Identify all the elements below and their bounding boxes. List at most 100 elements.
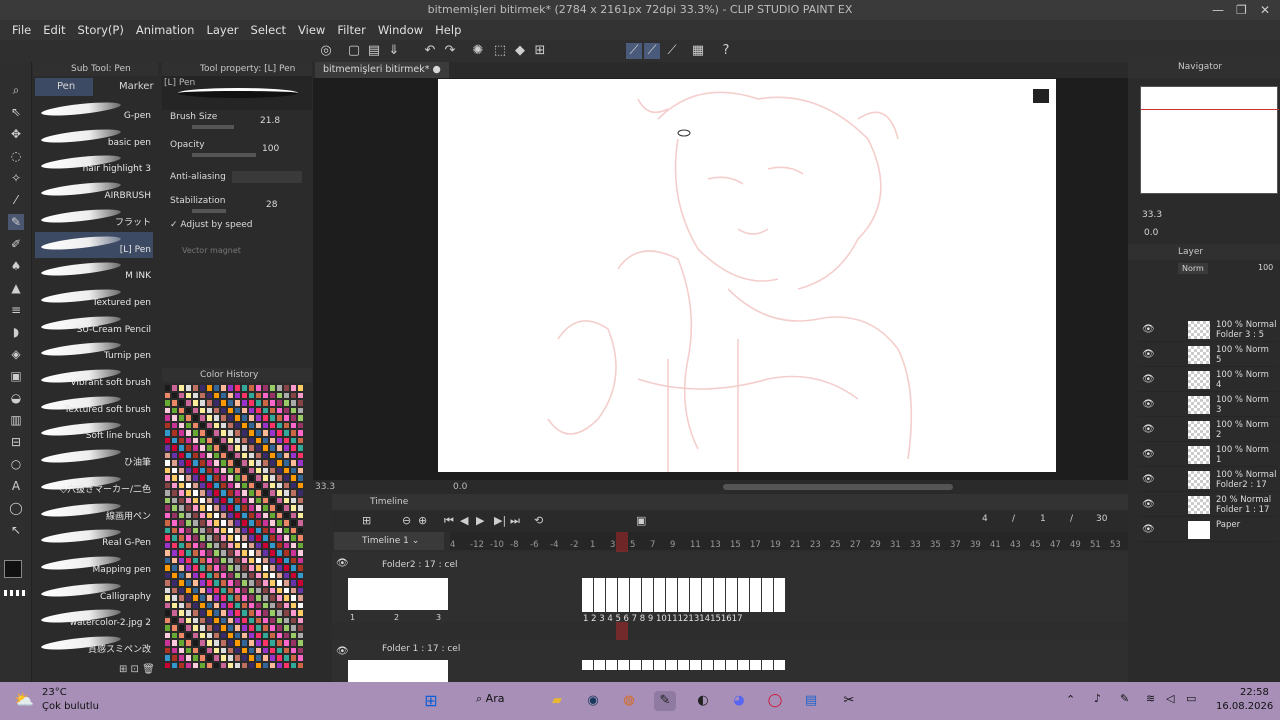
color-swatch[interactable] — [290, 399, 297, 407]
color-swatch[interactable] — [164, 421, 171, 429]
color-swatch[interactable] — [234, 564, 241, 572]
color-swatch[interactable] — [234, 519, 241, 527]
color-swatch[interactable] — [290, 541, 297, 549]
transform-icon[interactable]: ⬚ — [492, 43, 508, 59]
color-swatch[interactable] — [192, 571, 199, 579]
color-swatch[interactable] — [213, 646, 220, 654]
color-swatch[interactable] — [164, 511, 171, 519]
color-swatch[interactable] — [297, 414, 304, 422]
color-swatch[interactable] — [290, 504, 297, 512]
color-swatch[interactable] — [185, 661, 192, 669]
color-swatch[interactable] — [171, 526, 178, 534]
move-icon[interactable]: ⇖ — [8, 104, 24, 120]
color-swatch[interactable] — [241, 496, 248, 504]
brush-item[interactable]: Real G-Pen — [35, 525, 153, 551]
zoom-out-icon[interactable]: ⊖ — [402, 514, 411, 527]
color-swatch[interactable] — [164, 451, 171, 459]
color-swatch[interactable] — [241, 504, 248, 512]
color-swatch[interactable] — [164, 646, 171, 654]
color-swatch[interactable] — [178, 624, 185, 632]
color-swatch[interactable] — [171, 489, 178, 497]
color-swatch[interactable] — [283, 436, 290, 444]
color-swatch[interactable] — [164, 639, 171, 647]
color-swatch[interactable] — [241, 481, 248, 489]
color-swatch[interactable] — [199, 624, 206, 632]
speed-row[interactable]: ✓ Adjust by speed — [170, 220, 308, 230]
color-swatch[interactable] — [255, 541, 262, 549]
color-swatch[interactable] — [220, 481, 227, 489]
color-swatch[interactable] — [164, 429, 171, 437]
color-swatch[interactable] — [199, 511, 206, 519]
color-swatch[interactable] — [227, 451, 234, 459]
color-swatch[interactable] — [178, 391, 185, 399]
layer-row[interactable]: 👁 100 % Norm 5 — [1138, 343, 1278, 367]
brush-item[interactable]: ひ油筆 — [35, 445, 153, 471]
color-swatch[interactable] — [164, 594, 171, 602]
color-swatch[interactable] — [269, 414, 276, 422]
color-swatch[interactable] — [290, 601, 297, 609]
color-swatch[interactable] — [290, 579, 297, 587]
color-swatch[interactable] — [213, 496, 220, 504]
color-swatch[interactable] — [283, 474, 290, 482]
color-swatch[interactable] — [269, 429, 276, 437]
color-swatch[interactable] — [206, 609, 213, 617]
color-swatch[interactable] — [255, 646, 262, 654]
color-swatch[interactable] — [248, 481, 255, 489]
color-swatch[interactable] — [199, 444, 206, 452]
color-swatch[interactable] — [171, 571, 178, 579]
track-eye-icon[interactable]: 👁 — [336, 558, 349, 569]
color-swatch[interactable] — [206, 384, 213, 392]
color-swatch[interactable] — [220, 444, 227, 452]
timeline-new-icon[interactable]: ⊞ — [362, 514, 371, 527]
color-swatch[interactable] — [178, 489, 185, 497]
color-swatch[interactable] — [262, 451, 269, 459]
color-swatch[interactable] — [297, 654, 304, 662]
color-swatch[interactable] — [164, 609, 171, 617]
color-swatch[interactable] — [276, 556, 283, 564]
color-swatch[interactable] — [192, 504, 199, 512]
color-swatch[interactable] — [227, 534, 234, 542]
brush-size-slider[interactable] — [192, 125, 234, 129]
color-swatch[interactable] — [164, 534, 171, 542]
color-swatch[interactable] — [283, 654, 290, 662]
color-swatch[interactable] — [199, 481, 206, 489]
color-swatch[interactable] — [213, 624, 220, 632]
color-swatch[interactable] — [290, 429, 297, 437]
color-swatch[interactable] — [262, 511, 269, 519]
color-swatch[interactable] — [290, 436, 297, 444]
color-swatch[interactable] — [234, 511, 241, 519]
brush-item[interactable]: フラット — [35, 205, 153, 231]
color-swatch[interactable] — [297, 429, 304, 437]
color-swatch[interactable] — [290, 616, 297, 624]
color-swatch[interactable] — [255, 616, 262, 624]
layer-row[interactable]: 👁 Paper — [1138, 518, 1278, 542]
color-swatch[interactable] — [290, 384, 297, 392]
color-swatch[interactable] — [248, 541, 255, 549]
navigator-angle[interactable]: 0.0 — [1144, 228, 1158, 238]
color-swatch[interactable] — [234, 616, 241, 624]
color-swatch[interactable] — [262, 616, 269, 624]
color-swatch[interactable] — [227, 624, 234, 632]
color-swatch[interactable] — [262, 646, 269, 654]
color-swatch[interactable] — [171, 609, 178, 617]
color-swatch[interactable] — [283, 556, 290, 564]
color-swatch[interactable] — [269, 639, 276, 647]
minimize-button[interactable]: — — [1212, 0, 1224, 20]
color-swatch[interactable] — [185, 399, 192, 407]
color-swatch[interactable] — [164, 519, 171, 527]
color-swatch[interactable] — [171, 579, 178, 587]
color-swatch[interactable] — [192, 384, 199, 392]
color-swatch[interactable] — [234, 406, 241, 414]
color-swatch[interactable] — [262, 459, 269, 467]
color-swatch[interactable] — [206, 399, 213, 407]
gradient-icon[interactable]: ▥ — [8, 412, 24, 428]
color-swatch[interactable] — [283, 421, 290, 429]
weather-desc[interactable]: Çok bulutlu — [42, 701, 99, 712]
color-swatch[interactable] — [199, 594, 206, 602]
text-icon[interactable]: A — [8, 478, 24, 494]
color-swatch[interactable] — [164, 526, 171, 534]
color-swatch[interactable] — [269, 466, 276, 474]
airbrush-icon[interactable]: ▲ — [8, 280, 24, 296]
layer-row[interactable]: 👁 100 % Norm 3 — [1138, 393, 1278, 417]
color-swatch[interactable] — [234, 631, 241, 639]
